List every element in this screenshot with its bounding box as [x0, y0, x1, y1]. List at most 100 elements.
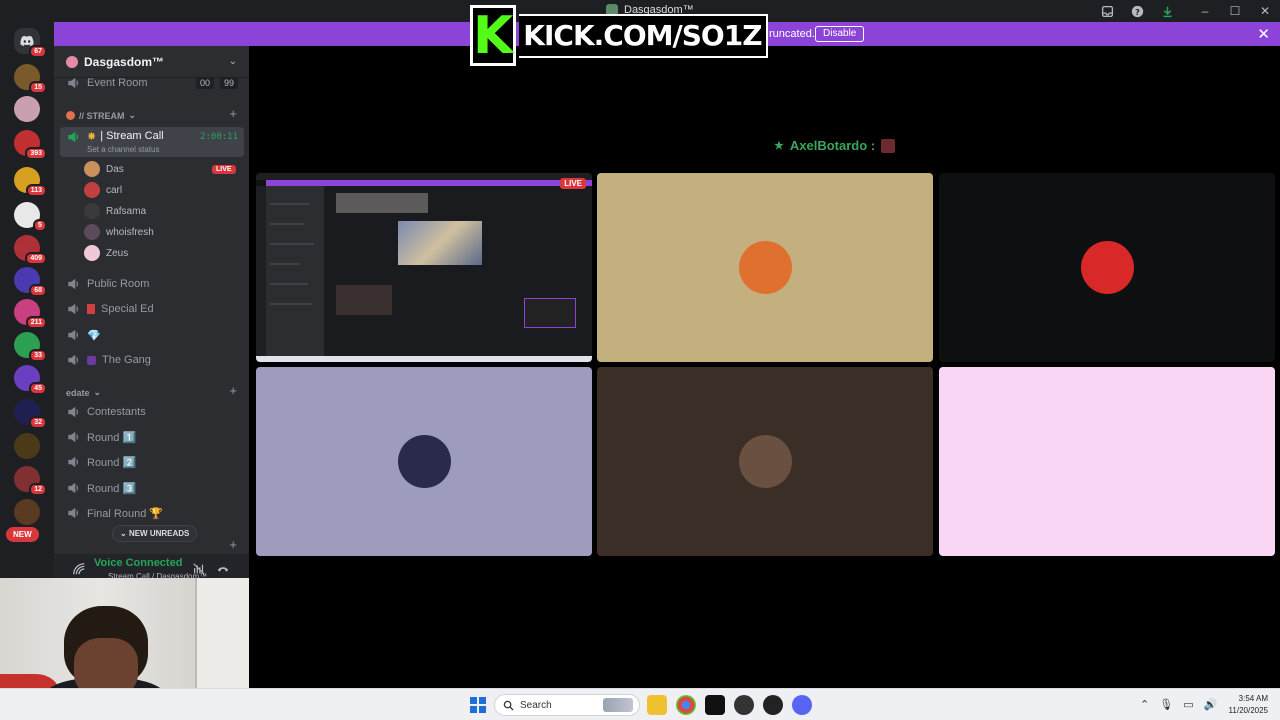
- speaker-icon: [68, 303, 79, 315]
- voice-user-name: carl: [106, 184, 123, 196]
- new-unreads-label: NEW UNREADS: [128, 529, 190, 538]
- windows-start-icon[interactable]: [470, 697, 486, 713]
- add-channel-icon[interactable]: +: [229, 383, 237, 398]
- new-pill[interactable]: NEW: [6, 527, 39, 542]
- server-icon[interactable]: 113: [14, 167, 47, 197]
- chevron-down-icon[interactable]: ⌄: [229, 56, 237, 67]
- taskbar-search[interactable]: Search: [494, 694, 640, 716]
- participant-tile[interactable]: [256, 367, 592, 556]
- download-icon[interactable]: [1152, 0, 1182, 22]
- add-channel-icon[interactable]: +: [229, 537, 237, 552]
- server-badge: 393: [25, 147, 47, 160]
- participant-avatar: [739, 435, 792, 488]
- channel-round-2[interactable]: Round 2️⃣: [60, 451, 244, 473]
- voice-user[interactable]: Das LIVE: [84, 159, 236, 179]
- search-highlight-icon: [603, 698, 633, 712]
- chevron-down-icon: ⌄: [128, 110, 137, 120]
- voice-user-name: Das: [106, 163, 124, 175]
- live-badge: LIVE: [212, 164, 236, 174]
- discord-taskbar-icon[interactable]: [792, 695, 812, 715]
- file-explorer-icon[interactable]: [647, 695, 667, 715]
- channel-final-round[interactable]: Final Round 🏆: [60, 502, 244, 524]
- server-icon[interactable]: 211: [14, 299, 47, 329]
- voice-user[interactable]: Rafsama: [84, 201, 146, 221]
- obs-icon[interactable]: [734, 695, 754, 715]
- kick-overlay: K KICK.COM/SO1Z: [470, 5, 768, 66]
- category-edate[interactable]: edate ⌄: [66, 387, 101, 398]
- server-icon[interactable]: 68: [14, 267, 47, 297]
- svg-text:?: ?: [1135, 6, 1140, 16]
- channel-round-3[interactable]: Round 3️⃣: [60, 477, 244, 499]
- channel-contestants[interactable]: Contestants: [60, 401, 244, 423]
- category-label: edate: [66, 387, 90, 398]
- server-badge: 33: [29, 349, 47, 362]
- home-button[interactable]: 67: [14, 28, 47, 58]
- server-icon[interactable]: [14, 433, 40, 459]
- voice-user[interactable]: carl: [84, 180, 122, 200]
- category-stream[interactable]: // STREAM ⌄: [66, 110, 136, 121]
- network-icon[interactable]: ▭: [1183, 698, 1193, 711]
- screen-share-tile[interactable]: LIVE: [256, 173, 592, 362]
- server-badge: 113: [25, 184, 47, 197]
- participant-avatar: [739, 241, 792, 294]
- participant-avatar: [398, 435, 451, 488]
- channel-the-gang[interactable]: The Gang: [60, 349, 244, 371]
- banner-close-icon[interactable]: ✕: [1257, 25, 1270, 43]
- participant-tile[interactable]: [597, 173, 933, 362]
- participant-tile[interactable]: [939, 173, 1275, 362]
- audio-app-icon[interactable]: [705, 695, 725, 715]
- new-unreads-button[interactable]: ⌄ NEW UNREADS: [112, 525, 198, 542]
- clock[interactable]: 3:54 AM 11/20/2025: [1222, 693, 1268, 717]
- inbox-icon[interactable]: [1092, 0, 1122, 22]
- participant-tile[interactable]: [939, 367, 1275, 556]
- server-icon[interactable]: 15: [14, 64, 47, 94]
- server-icon[interactable]: 12: [14, 466, 47, 496]
- maximize-icon[interactable]: ☐: [1220, 0, 1250, 22]
- server-icon[interactable]: 33: [14, 332, 47, 362]
- browser-g-icon[interactable]: [763, 695, 783, 715]
- participant-tile[interactable]: [597, 367, 933, 556]
- participant-avatar: [1081, 435, 1134, 488]
- disable-button[interactable]: Disable: [815, 26, 865, 42]
- server-icon[interactable]: 393: [14, 130, 47, 160]
- voice-connected-title[interactable]: Voice Connected: [94, 557, 182, 569]
- minimize-icon[interactable]: –: [1190, 0, 1220, 22]
- clock-date: 11/20/2025: [1228, 706, 1268, 715]
- noise-suppression-icon[interactable]: [192, 562, 206, 576]
- channel-public-room[interactable]: Public Room: [60, 273, 244, 295]
- participant-avatar: [1081, 241, 1134, 294]
- volume-icon[interactable]: 🔊: [1204, 698, 1218, 711]
- chevron-up-icon[interactable]: ⌃: [1140, 698, 1149, 711]
- server-icon[interactable]: 409: [14, 235, 47, 265]
- search-icon: [503, 700, 514, 711]
- avatar: [84, 161, 100, 177]
- microphone-icon[interactable]: 🎙: [1159, 698, 1173, 711]
- help-icon[interactable]: ?: [1122, 0, 1152, 22]
- connection-icon[interactable]: [72, 562, 86, 576]
- channel-label: Final Round 🏆: [87, 507, 164, 520]
- channel-event-room[interactable]: Event Room 00 99: [60, 72, 244, 94]
- disconnect-icon[interactable]: [216, 562, 230, 576]
- channel-round-1[interactable]: Round 1️⃣: [60, 426, 244, 448]
- channel-status[interactable]: Set a channel status: [87, 145, 160, 154]
- channel-diamond[interactable]: 💎: [60, 324, 244, 346]
- channel-stream-call[interactable]: ✸ | Stream Call 2:00:11 Set a channel st…: [60, 127, 244, 157]
- add-channel-icon[interactable]: +: [229, 106, 237, 121]
- server-badge: 211: [25, 316, 47, 329]
- server-icon[interactable]: 5: [14, 202, 47, 232]
- category-label: // STREAM: [79, 110, 125, 121]
- call-timer: 2:00:11: [200, 132, 238, 142]
- voice-user[interactable]: Zeus: [84, 243, 128, 263]
- server-icon[interactable]: [14, 96, 40, 122]
- server-icon[interactable]: 45: [14, 365, 47, 395]
- server-icon[interactable]: 32: [14, 399, 47, 429]
- channel-label: Round 2️⃣: [87, 456, 137, 469]
- live-badge: LIVE: [560, 178, 586, 189]
- server-icon[interactable]: [14, 499, 40, 525]
- close-icon[interactable]: ✕: [1250, 0, 1280, 22]
- channel-special-ed[interactable]: Special Ed: [60, 298, 244, 320]
- speaker-icon: [68, 456, 79, 468]
- speaker-icon: [68, 354, 79, 366]
- chrome-icon[interactable]: [676, 695, 696, 715]
- voice-user[interactable]: whoisfresh: [84, 222, 154, 242]
